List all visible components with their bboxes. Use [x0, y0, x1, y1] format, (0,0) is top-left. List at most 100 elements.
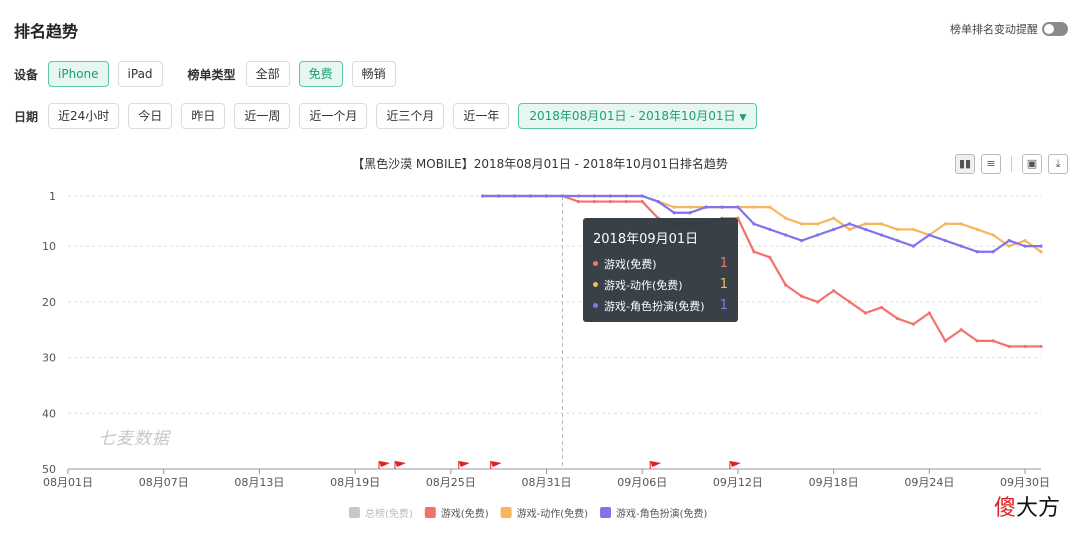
- data-point: [513, 194, 517, 198]
- data-point: [959, 244, 963, 248]
- data-point: [481, 194, 485, 198]
- tooltip-series-name: 游戏-角色扮演(免费): [604, 299, 705, 313]
- data-point: [688, 205, 692, 209]
- data-point: [911, 227, 915, 232]
- data-point: [879, 305, 884, 310]
- data-point: [1039, 244, 1043, 248]
- data-point: [943, 222, 947, 226]
- tooltip-series-value: 1: [719, 298, 728, 313]
- tooltip-series-name: 游戏-动作(免费): [604, 278, 683, 292]
- y-tick-label: 1: [49, 190, 56, 203]
- data-point: [975, 339, 979, 343]
- data-point: [943, 238, 947, 243]
- data-point: [768, 255, 772, 259]
- x-tick-label: 09月12日: [713, 476, 763, 489]
- flag-icon: [650, 461, 662, 467]
- flag-icon: [729, 461, 741, 467]
- data-point: [879, 222, 884, 226]
- data-point: [800, 222, 804, 226]
- data-point: [624, 194, 628, 198]
- legend-label: 游戏-动作(免费): [517, 507, 589, 520]
- data-point: [672, 211, 676, 215]
- data-point: [863, 311, 868, 315]
- flag-icon: [458, 461, 470, 467]
- data-point: [975, 250, 979, 254]
- y-tick-label: 40: [42, 407, 56, 420]
- x-tick-label: 08月01日: [43, 476, 93, 489]
- data-point: [832, 216, 836, 220]
- data-point: [832, 227, 836, 232]
- legend-label: 游戏(免费): [441, 507, 489, 520]
- legend-label: 总榜(免费): [365, 507, 413, 520]
- data-point: [560, 194, 565, 198]
- x-tick-label: 08月07日: [139, 476, 189, 489]
- data-point: [895, 316, 900, 321]
- data-point: [576, 194, 581, 198]
- data-point: [528, 194, 533, 198]
- data-point: [800, 238, 804, 243]
- data-point: [863, 222, 868, 226]
- data-point: [1039, 250, 1043, 254]
- brand-red-text: 傻: [993, 496, 1016, 521]
- y-tick-label: 10: [42, 240, 56, 253]
- data-point: [688, 211, 692, 215]
- data-point: [752, 222, 756, 226]
- series-dot-icon: [593, 261, 598, 266]
- data-point: [544, 194, 549, 198]
- data-point: [847, 222, 852, 226]
- data-point: [816, 222, 820, 226]
- x-tick-label: 08月25日: [426, 476, 476, 489]
- tooltip-item: 游戏-动作(免费) 1: [593, 274, 728, 295]
- data-point: [608, 199, 612, 204]
- data-point: [1007, 344, 1011, 349]
- x-tick-label: 09月24日: [904, 476, 954, 489]
- data-point: [991, 233, 995, 237]
- data-point: [1023, 244, 1027, 248]
- legend-swatch: [349, 507, 360, 518]
- brand-logo: 傻大方: [994, 490, 1060, 522]
- data-point: [704, 205, 708, 209]
- chart-title: 【黑色沙漠 MOBILE】2018年08月01日 - 2018年10月01日排名…: [352, 156, 728, 171]
- tooltip-series-value: 1: [719, 256, 728, 271]
- legend-swatch: [500, 507, 512, 518]
- data-point: [672, 205, 676, 209]
- data-point: [943, 339, 947, 343]
- data-point: [576, 199, 581, 204]
- data-point: [816, 233, 820, 237]
- data-point: [863, 227, 868, 232]
- data-point: [991, 339, 995, 343]
- data-point: [656, 199, 660, 204]
- data-point: [847, 300, 852, 304]
- data-point: [1023, 344, 1027, 349]
- data-point: [624, 199, 628, 204]
- flag-icon: [394, 461, 406, 467]
- data-point: [959, 328, 963, 332]
- data-point: [1039, 344, 1043, 349]
- data-point: [911, 322, 915, 326]
- data-point: [832, 289, 836, 293]
- data-point: [768, 205, 772, 209]
- brand-black-text: 大方: [1015, 496, 1060, 521]
- data-point: [1007, 244, 1011, 248]
- flag-icon: [379, 461, 391, 467]
- data-point: [784, 216, 788, 220]
- data-point: [879, 233, 884, 237]
- data-point: [975, 227, 979, 232]
- x-tick-label: 09月06日: [617, 476, 667, 489]
- data-point: [784, 233, 788, 237]
- data-point: [752, 205, 756, 209]
- data-point: [608, 194, 612, 198]
- x-tick-label: 09月18日: [809, 476, 859, 489]
- series-dot-icon: [593, 303, 598, 308]
- data-point: [752, 250, 756, 254]
- data-point: [592, 199, 596, 204]
- data-point: [592, 194, 596, 198]
- data-point: [895, 238, 900, 243]
- legend-swatch: [600, 507, 612, 518]
- data-point: [959, 222, 963, 226]
- data-point: [640, 194, 644, 198]
- tooltip-item: 游戏-角色扮演(免费) 1: [593, 295, 728, 316]
- x-tick-label: 09月30日: [1000, 476, 1050, 489]
- flag-icon: [490, 461, 502, 467]
- data-point: [927, 311, 931, 315]
